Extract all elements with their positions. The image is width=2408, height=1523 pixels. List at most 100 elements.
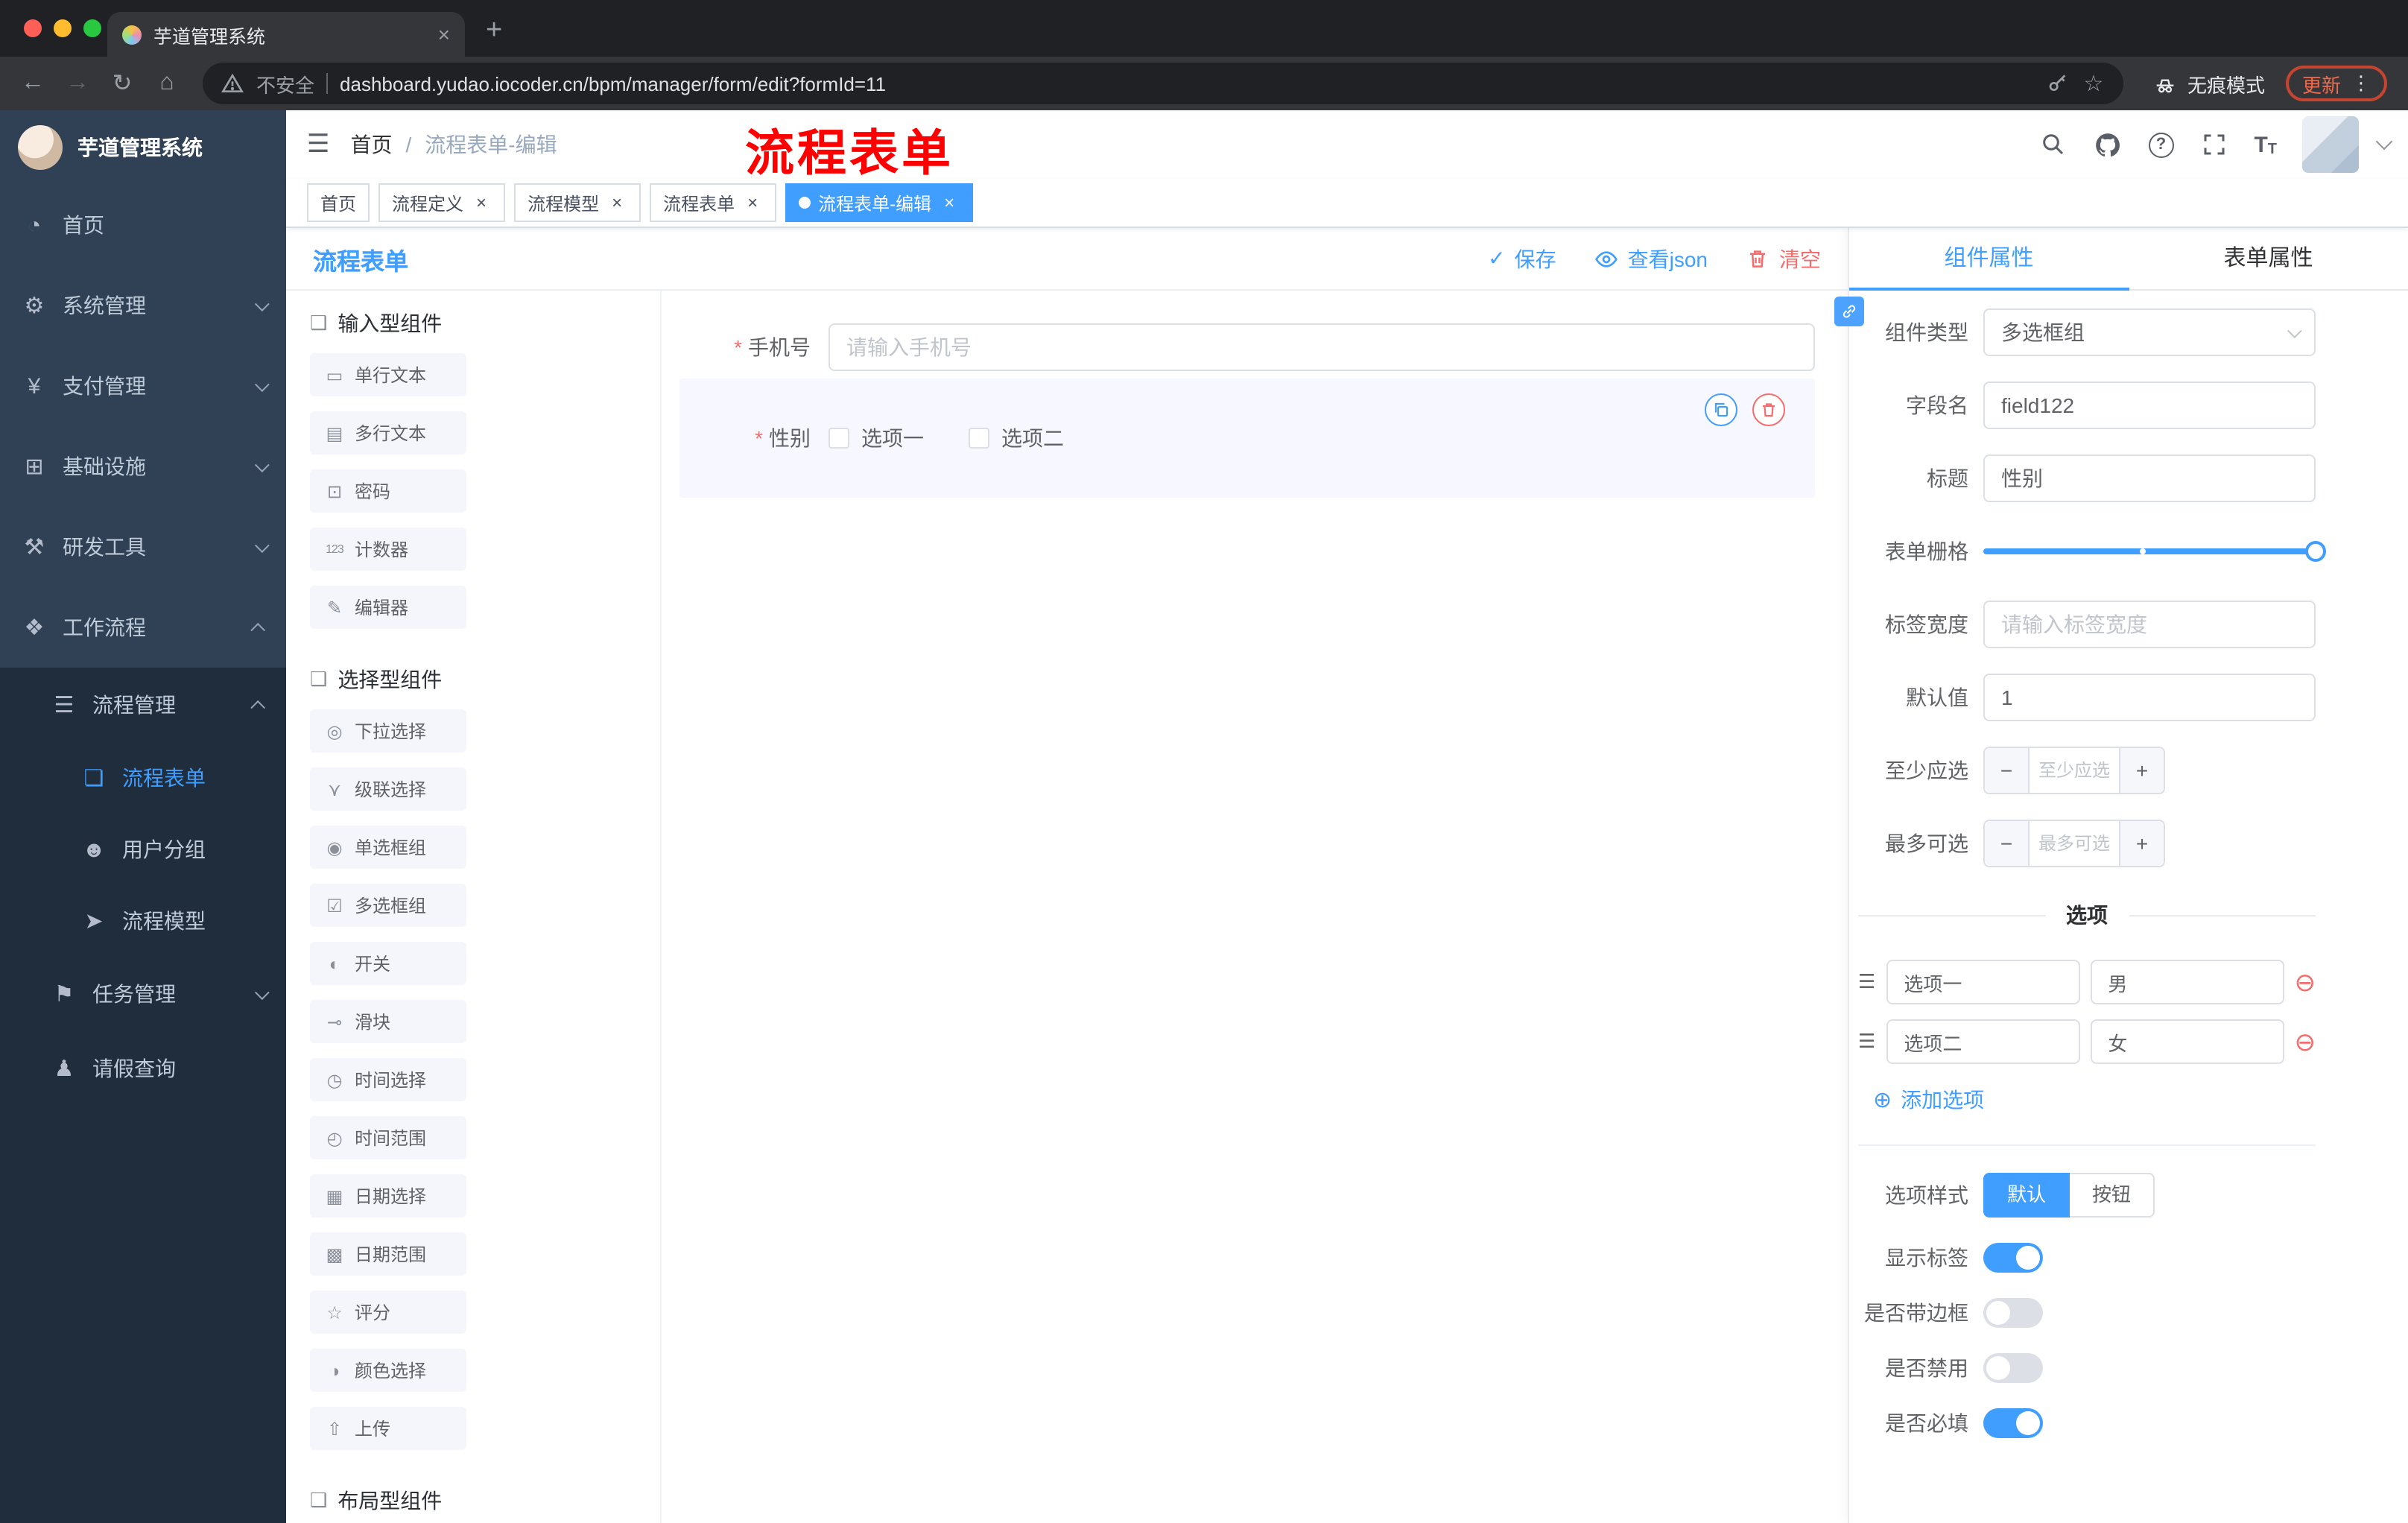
min-select-input[interactable] (2030, 748, 2119, 793)
user-avatar[interactable] (2302, 116, 2359, 173)
home-button[interactable]: ⌂ (149, 70, 185, 97)
save-button[interactable]: ✓ 保存 (1488, 244, 1556, 273)
option-value-input[interactable] (2090, 960, 2284, 1004)
new-tab-button[interactable]: + (486, 15, 502, 48)
tab-form-props[interactable]: 表单属性 (2129, 228, 2408, 289)
sidebar-item-process-manage[interactable]: ☰ 流程管理 (0, 668, 286, 742)
tag-close-icon[interactable]: × (606, 192, 627, 213)
stepper-minus-button[interactable]: − (1985, 748, 2030, 793)
palette-item-switch[interactable]: ◐ 开关 (310, 942, 466, 985)
tag-process-definition[interactable]: 流程定义 × (378, 183, 506, 222)
tag-process-form[interactable]: 流程表单 × (650, 183, 777, 222)
sidebar-logo-row[interactable]: 芋道管理系统 (0, 110, 286, 185)
option-label-input[interactable] (1886, 1019, 2080, 1064)
palette-item-multi-text[interactable]: ▤ 多行文本 (310, 411, 466, 455)
title-input[interactable] (1983, 455, 2316, 502)
toggle-disabled[interactable] (1983, 1353, 2043, 1383)
hamburger-icon[interactable]: ☰ (286, 130, 351, 159)
tag-home[interactable]: 首页 (307, 183, 370, 222)
fullscreen-icon[interactable] (2199, 130, 2228, 159)
sidebar-item-user-group[interactable]: ☻ 用户分组 (0, 814, 286, 885)
palette-item-password[interactable]: ⊡ 密码 (310, 469, 466, 513)
option-style-default-button[interactable]: 默认 (1983, 1173, 2070, 1218)
clear-button[interactable]: 清空 (1746, 244, 1821, 273)
sidebar-item-home[interactable]: ◔ 首页 (0, 185, 286, 265)
stepper-plus-button[interactable]: + (2119, 821, 2164, 866)
field-name-input[interactable] (1983, 381, 2316, 429)
breadcrumb-home[interactable]: 首页 (351, 130, 393, 159)
window-close-button[interactable] (24, 19, 42, 37)
form-grid-slider[interactable] (1983, 528, 2326, 575)
remove-option-icon[interactable]: ⊖ (2295, 1029, 2316, 1054)
sidebar-item-process-form[interactable]: ❏ 流程表单 (0, 742, 286, 814)
window-zoom-button[interactable] (83, 19, 101, 37)
sidebar-item-task-manage[interactable]: ⚑ 任务管理 (0, 957, 286, 1031)
sidebar-item-leave-query[interactable]: ♟ 请假查询 (0, 1031, 286, 1106)
palette-item-editor[interactable]: ✎ 编辑器 (310, 586, 466, 629)
copy-component-button[interactable] (1705, 393, 1737, 426)
palette-item-slider[interactable]: ⊸ 滑块 (310, 1000, 466, 1043)
phone-input[interactable] (828, 323, 1815, 371)
option-label-input[interactable] (1886, 960, 2080, 1004)
toggle-border[interactable] (1983, 1298, 2043, 1328)
toggle-required[interactable] (1983, 1408, 2043, 1438)
palette-item-select[interactable]: ◎ 下拉选择 (310, 709, 466, 753)
palette-item-counter[interactable]: 123 计数器 (310, 528, 466, 571)
selected-component-gender[interactable]: 性别 选项一 选项二 (679, 379, 1815, 498)
delete-component-button[interactable] (1752, 393, 1785, 426)
palette-item-date-range[interactable]: ▩ 日期范围 (310, 1232, 466, 1276)
max-select-input[interactable] (2030, 821, 2119, 866)
tag-close-icon[interactable]: × (939, 192, 960, 213)
forward-button[interactable]: → (60, 70, 95, 97)
default-value-input[interactable] (1983, 674, 2316, 721)
font-size-icon[interactable]: TT (2254, 132, 2277, 157)
stepper-minus-button[interactable]: − (1985, 821, 2030, 866)
password-key-icon[interactable] (2046, 72, 2070, 95)
palette-item-color-picker[interactable]: ◑ 颜色选择 (310, 1349, 466, 1392)
component-type-select[interactable]: 多选框组 (1983, 308, 2316, 356)
sidebar-item-process-model[interactable]: ➤ 流程模型 (0, 885, 286, 957)
gender-option-checkbox[interactable]: 选项二 (969, 423, 1064, 453)
option-value-input[interactable] (2090, 1019, 2284, 1064)
palette-item-time-range[interactable]: ◴ 时间范围 (310, 1116, 466, 1159)
tag-process-form-edit[interactable]: 流程表单-编辑 × (785, 183, 974, 222)
tab-close-icon[interactable]: × (438, 22, 450, 46)
sidebar-item-workflow[interactable]: ❖ 工作流程 (0, 587, 286, 668)
slider-track[interactable] (1983, 548, 2316, 554)
tag-close-icon[interactable]: × (471, 192, 492, 213)
search-icon[interactable] (2038, 130, 2068, 159)
toggle-show-label[interactable] (1983, 1243, 2043, 1273)
palette-item-checkbox-group[interactable]: ☑ 多选框组 (310, 884, 466, 927)
option-style-button-button[interactable]: 按钮 (2070, 1173, 2155, 1218)
sidebar-item-devtools[interactable]: ⚒ 研发工具 (0, 507, 286, 587)
remove-option-icon[interactable]: ⊖ (2295, 969, 2316, 995)
palette-item-rate[interactable]: ☆ 评分 (310, 1291, 466, 1334)
tag-process-model[interactable]: 流程模型 × (514, 183, 641, 222)
window-minimize-button[interactable] (54, 19, 72, 37)
palette-item-time-picker[interactable]: ◷ 时间选择 (310, 1058, 466, 1101)
palette-item-upload[interactable]: ⇧ 上传 (310, 1407, 466, 1450)
back-button[interactable]: ← (15, 70, 51, 97)
sidebar-item-payment[interactable]: ¥ 支付管理 (0, 346, 286, 426)
tab-component-props[interactable]: 组件属性 (1849, 228, 2129, 291)
slider-handle[interactable] (2305, 541, 2326, 562)
help-icon[interactable]: ? (2148, 132, 2174, 157)
browser-tab[interactable]: 芋道管理系统 × (107, 12, 465, 57)
label-width-input[interactable] (1983, 601, 2316, 648)
bookmark-star-icon[interactable]: ☆ (2082, 70, 2106, 97)
add-option-button[interactable]: ⊕ 添加选项 (1873, 1085, 2316, 1115)
sidebar-item-system[interactable]: ⚙ 系统管理 (0, 265, 286, 346)
drag-handle-icon[interactable]: ☰ (1858, 1030, 1875, 1054)
github-icon[interactable] (2093, 130, 2123, 159)
stepper-plus-button[interactable]: + (2119, 748, 2164, 793)
palette-item-single-text[interactable]: ▭ 单行文本 (310, 353, 466, 396)
reload-button[interactable]: ↻ (104, 69, 140, 98)
address-bar[interactable]: 不安全 dashboard.yudao.iocoder.cn/bpm/manag… (203, 63, 2123, 104)
security-label[interactable]: 不安全 (256, 69, 314, 98)
sidebar-item-infrastructure[interactable]: ⊞ 基础设施 (0, 426, 286, 507)
tag-close-icon[interactable]: × (742, 192, 763, 213)
palette-item-cascader[interactable]: ⋎ 级联选择 (310, 767, 466, 811)
update-menu-button[interactable]: 更新 ⋮ (2285, 66, 2387, 101)
palette-item-date-picker[interactable]: ▦ 日期选择 (310, 1174, 466, 1218)
gender-option-checkbox[interactable]: 选项一 (828, 423, 924, 453)
